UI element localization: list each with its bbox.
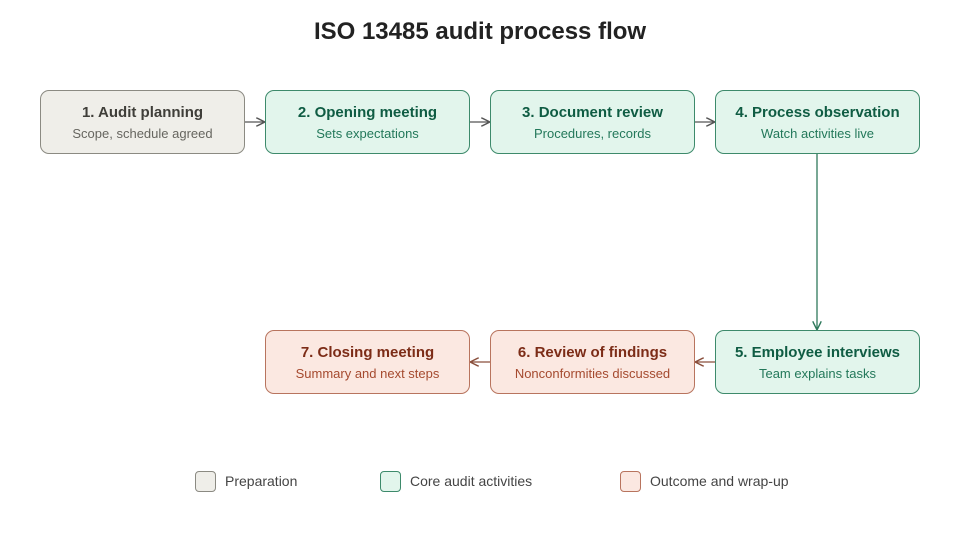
step-title: 6. Review of findings: [517, 344, 668, 361]
step-subtitle: Procedures, records: [533, 126, 652, 141]
legend-swatch: [380, 470, 401, 492]
step-subtitle: Sets expectations: [316, 126, 419, 141]
legend-label: Outcome and wrap-up: [650, 473, 789, 489]
step-document-review: 3. Document review Procedures, records: [490, 90, 695, 154]
legend-label: Preparation: [225, 473, 298, 489]
step-title: 1. Audit planning: [81, 104, 204, 121]
step-employee-interviews: 5. Employee interviews Team explains tas…: [715, 330, 920, 394]
step-title: 2. Opening meeting: [297, 104, 438, 121]
legend-item-outcome: Outcome and wrap-up: [620, 469, 789, 493]
step-process-observation: 4. Process observation Watch activities …: [715, 90, 920, 154]
legend-item-core: Core audit activities: [380, 469, 532, 493]
step-title: 3. Document review: [522, 104, 663, 121]
step-subtitle: Team explains tasks: [758, 366, 877, 381]
connector-layer: [245, 0, 960, 540]
legend-swatch: [620, 470, 641, 492]
step-closing-meeting: 7. Closing meeting Summary and next step…: [265, 330, 470, 394]
step-review-of-findings: 6. Review of findings Nonconformities di…: [490, 330, 695, 394]
step-title: 4. Process observation: [735, 104, 900, 121]
step-subtitle: Scope, schedule agreed: [72, 126, 213, 141]
step-subtitle: Watch activities live: [761, 126, 874, 141]
legend-swatch: [195, 470, 216, 492]
step-subtitle: Summary and next steps: [295, 366, 440, 381]
step-audit-planning: 1. Audit planning Scope, schedule agreed: [40, 90, 245, 154]
legend-label: Core audit activities: [410, 473, 533, 489]
legend-item-preparation: Preparation: [195, 469, 297, 493]
step-subtitle: Nonconformities discussed: [514, 366, 671, 381]
step-title: 5. Employee interviews: [734, 344, 901, 361]
step-opening-meeting: 2. Opening meeting Sets expectations: [265, 90, 470, 154]
step-title: 7. Closing meeting: [300, 344, 435, 361]
